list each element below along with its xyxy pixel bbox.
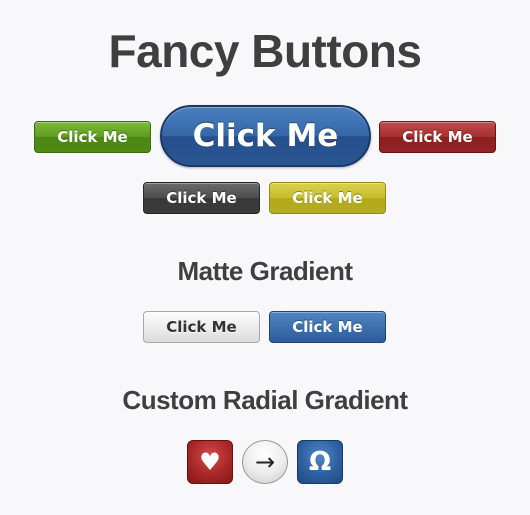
blue-large-click-button[interactable]: Click Me — [160, 105, 371, 167]
page-title: Fancy Buttons — [108, 25, 422, 77]
omega-icon: Ω — [308, 447, 332, 477]
radial-gradient-heading: Custom Radial Gradient — [122, 385, 408, 415]
matte-blue-click-button[interactable]: Click Me — [269, 311, 386, 343]
dark-click-button[interactable]: Click Me — [143, 182, 260, 214]
arrow-button[interactable]: → — [242, 440, 288, 484]
matte-gradient-heading: Matte Gradient — [177, 256, 353, 286]
green-click-button[interactable]: Click Me — [34, 121, 151, 153]
omega-button[interactable]: Ω — [297, 440, 343, 484]
red-click-button[interactable]: Click Me — [379, 121, 496, 153]
heart-icon: ♥ — [199, 448, 221, 476]
yellow-click-button[interactable]: Click Me — [269, 182, 386, 214]
matte-light-click-button[interactable]: Click Me — [143, 311, 260, 343]
page: Fancy Buttons Click Me Click Me Click Me… — [0, 0, 530, 515]
heart-button[interactable]: ♥ — [187, 440, 233, 484]
arrow-right-icon: → — [254, 448, 276, 476]
